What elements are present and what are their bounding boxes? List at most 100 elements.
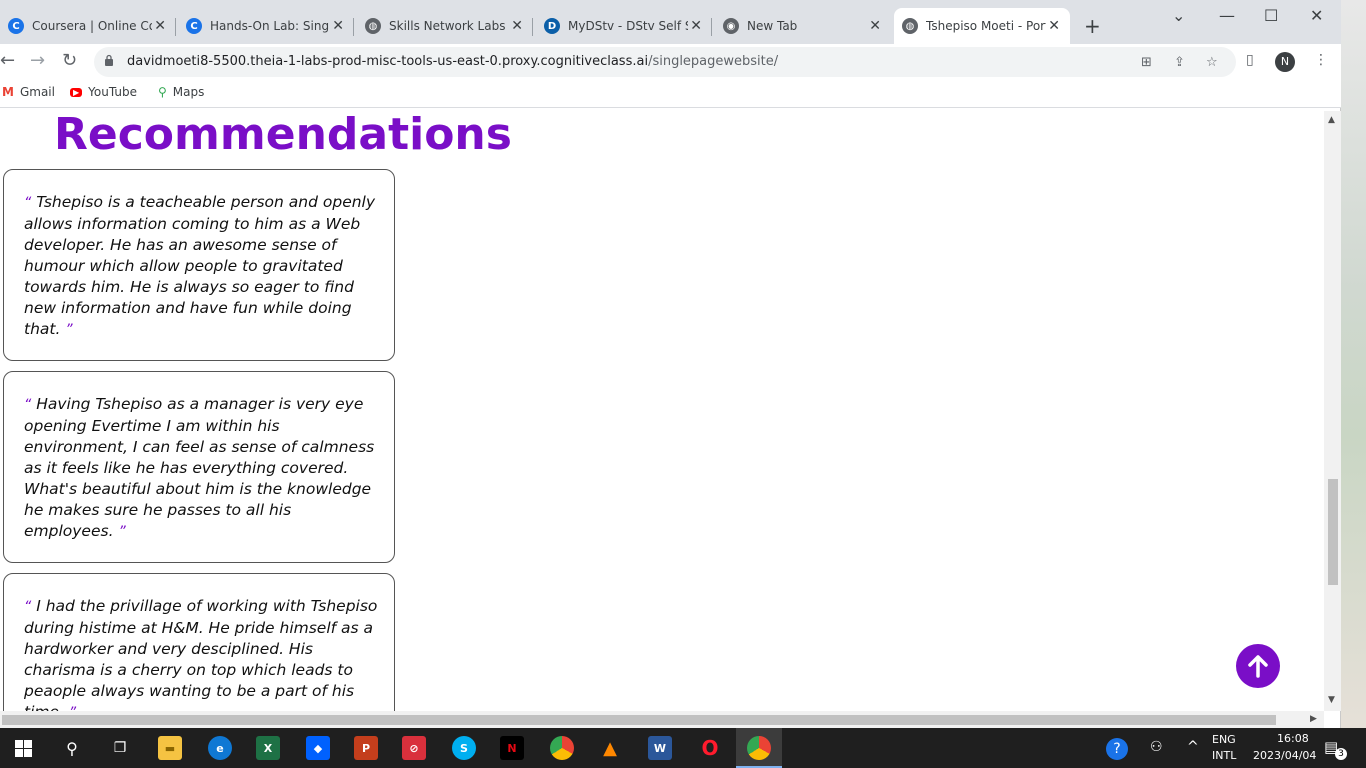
url-host: davidmoeti8-5500.theia-1-labs-prod-misc-… <box>127 54 649 69</box>
task-view-icon[interactable]: ❐ <box>108 736 132 760</box>
scroll-up-arrow-icon[interactable]: ▲ <box>1328 115 1335 125</box>
vlc-icon[interactable]: ▲ <box>598 736 622 760</box>
word-icon[interactable]: W <box>648 736 672 760</box>
chevron-up-icon[interactable]: ^ <box>1187 739 1199 755</box>
minimize-icon[interactable]: — <box>1219 6 1235 25</box>
desktop-background <box>1341 0 1366 728</box>
active-chrome-taskbar-button[interactable] <box>736 728 782 768</box>
tab-new-tab[interactable]: ◉ New Tab ✕ <box>715 8 891 44</box>
horizontal-scroll-thumb[interactable] <box>2 715 1276 725</box>
windows-start-icon[interactable] <box>15 740 32 757</box>
close-icon[interactable]: ✕ <box>511 18 523 34</box>
tab-mydstv[interactable]: D MyDStv - DStv Self Se ✕ <box>536 8 712 44</box>
tab-hands-on-lab[interactable]: C Hands-On Lab: Single ✕ <box>178 8 354 44</box>
open-quote: “ <box>24 599 32 615</box>
bookmark-star-icon[interactable]: ☆ <box>1206 55 1218 70</box>
recommendation-body: Having Tshepiso as a manager is very eye… <box>24 395 375 540</box>
gmail-icon: M <box>2 85 14 99</box>
maximize-icon[interactable]: ☐ <box>1264 6 1278 25</box>
globe-icon: ◍ <box>902 18 918 34</box>
bookmark-gmail[interactable]: M Gmail <box>2 85 55 99</box>
close-quote: ” <box>65 322 73 338</box>
close-icon[interactable]: ✕ <box>332 18 344 34</box>
globe-icon: ◍ <box>365 18 381 34</box>
horizontal-scrollbar[interactable]: ▶ <box>0 711 1324 728</box>
address-bar[interactable]: davidmoeti8-5500.theia-1-labs-prod-misc-… <box>94 47 1236 77</box>
new-tab-plus-icon[interactable]: + <box>1084 14 1101 38</box>
tab-title: Hands-On Lab: Single <box>210 19 330 33</box>
close-icon[interactable]: ✕ <box>690 18 702 34</box>
open-quote: “ <box>24 195 32 211</box>
bookmark-maps[interactable]: ⚲ Maps <box>158 85 204 99</box>
recommendation-card: “ Tshepiso is a teacheable person and op… <box>3 169 395 361</box>
dropbox-icon[interactable]: ◆ <box>306 736 330 760</box>
tab-title: New Tab <box>747 19 798 33</box>
close-icon[interactable]: ✕ <box>869 18 881 34</box>
bookmark-youtube[interactable]: ▶ YouTube <box>70 85 137 99</box>
scroll-right-arrow-icon[interactable]: ▶ <box>1310 714 1317 724</box>
notification-count-badge: 3 <box>1335 748 1347 760</box>
tab-separator <box>711 18 712 36</box>
tab-skills-network[interactable]: ◍ Skills Network Labs ✕ <box>357 8 533 44</box>
bookmark-label: Maps <box>172 85 205 99</box>
netflix-icon[interactable]: N <box>500 736 524 760</box>
tab-strip: C Coursera | Online Cou ✕ C Hands-On Lab… <box>0 0 1341 44</box>
recommendation-text: “ Having Tshepiso as a manager is very e… <box>24 394 379 543</box>
reload-icon[interactable]: ↻ <box>62 50 77 71</box>
recommendations-heading: Recommendations <box>54 111 512 160</box>
tab-search-chevron-icon[interactable]: ⌄ <box>1172 6 1185 25</box>
skype-icon[interactable]: S <box>452 736 476 760</box>
clock-date[interactable]: 2023/04/04 <box>1253 749 1316 762</box>
scroll-down-arrow-icon[interactable]: ▼ <box>1328 695 1335 705</box>
language-bottom[interactable]: INTL <box>1212 749 1236 762</box>
chrome-icon: ◉ <box>723 18 739 34</box>
tab-coursera[interactable]: C Coursera | Online Cou ✕ <box>0 8 176 44</box>
youtube-icon: ▶ <box>70 87 83 97</box>
dstv-icon: D <box>544 18 560 34</box>
close-icon[interactable]: ✕ <box>1048 18 1060 34</box>
people-icon[interactable]: ⚇ <box>1150 739 1163 755</box>
opera-icon[interactable]: O <box>698 736 722 760</box>
lock-icon <box>105 54 113 66</box>
search-icon[interactable]: ⚲ <box>60 736 84 760</box>
close-icon[interactable]: ✕ <box>154 18 166 34</box>
tab-portfolio-active[interactable]: ◍ Tshepiso Moeti - Port ✕ <box>894 8 1070 44</box>
scroll-to-top-button[interactable] <box>1236 644 1280 688</box>
recommendation-body: I had the privillage of working with Tsh… <box>24 597 378 711</box>
tab-title: MyDStv - DStv Self Se <box>568 19 688 33</box>
recommendation-text: “ Tshepiso is a teacheable person and op… <box>24 192 379 341</box>
tab-title: Tshepiso Moeti - Port <box>926 19 1046 33</box>
tab-separator <box>532 18 533 36</box>
excel-icon[interactable]: X <box>256 736 280 760</box>
back-arrow-icon[interactable]: ← <box>0 50 15 71</box>
recommendation-card: “ I had the privillage of working with T… <box>3 573 395 711</box>
forward-arrow-icon[interactable]: → <box>30 50 45 71</box>
close-quote: ” <box>118 524 126 540</box>
profile-avatar[interactable]: N <box>1275 52 1295 72</box>
tab-separator <box>175 18 176 36</box>
translate-icon[interactable]: ⊞ <box>1141 55 1152 70</box>
help-icon[interactable]: ? <box>1106 738 1128 760</box>
tab-separator <box>353 18 354 36</box>
menu-kebab-icon[interactable]: ⋮ <box>1314 52 1328 68</box>
window-close-icon[interactable]: ✕ <box>1310 6 1323 25</box>
edge-icon[interactable]: e <box>208 736 232 760</box>
bookmarks-bar: M Gmail ▶ YouTube ⚲ Maps <box>0 80 1341 108</box>
vertical-scrollbar[interactable]: ▲ ▼ <box>1324 111 1341 711</box>
app-icon[interactable]: ⊘ <box>402 736 426 760</box>
share-icon[interactable]: ⇪ <box>1174 55 1185 70</box>
file-explorer-icon[interactable]: ▬ <box>158 736 182 760</box>
clock-time[interactable]: 16:08 <box>1277 732 1309 745</box>
coursera-icon: C <box>8 18 24 34</box>
bookmark-label: YouTube <box>88 85 137 99</box>
chrome-icon[interactable] <box>550 736 574 760</box>
language-top[interactable]: ENG <box>1212 733 1236 746</box>
side-panel-icon[interactable]: ▯ <box>1246 52 1254 68</box>
url-text: davidmoeti8-5500.theia-1-labs-prod-misc-… <box>127 54 778 69</box>
page-viewport: Recommendations “ Tshepiso is a teacheab… <box>0 111 1324 711</box>
open-quote: “ <box>24 397 32 413</box>
vertical-scroll-thumb[interactable] <box>1328 479 1338 585</box>
bookmark-label: Gmail <box>19 85 55 99</box>
recommendation-body: Tshepiso is a teacheable person and open… <box>24 193 376 338</box>
powerpoint-icon[interactable]: P <box>354 736 378 760</box>
